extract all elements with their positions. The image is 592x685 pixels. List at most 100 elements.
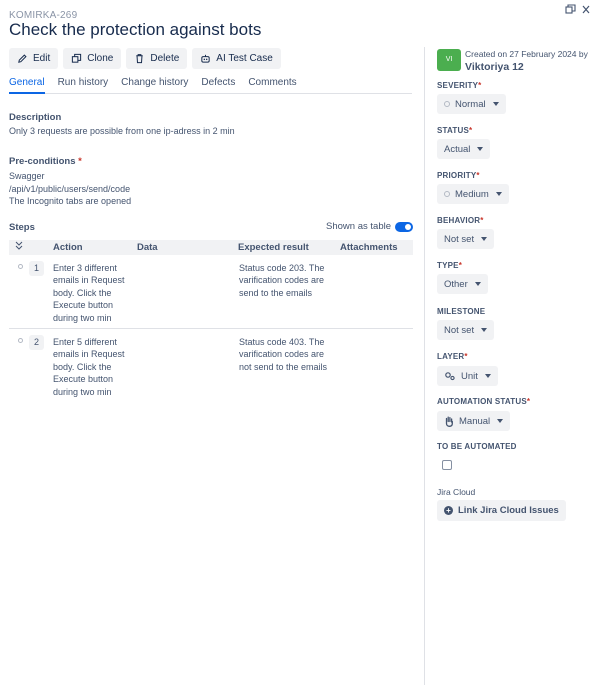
milestone-select[interactable]: Not set [437,320,495,340]
drag-handle-icon[interactable] [18,338,23,343]
panel-divider [424,47,425,685]
layer-select[interactable]: Unit [437,366,498,386]
layer-label-text: LAYER [437,352,465,361]
clone-label: Clone [87,53,114,64]
author-name: Viktoriya 12 [465,61,524,73]
required-mark: * [464,352,468,361]
tab-comments[interactable]: Comments [248,77,296,94]
to-be-automated-checkbox[interactable] [442,460,452,470]
tab-change-history[interactable]: Change history [121,77,188,94]
step-action: Enter 5 different emails in Request body… [53,337,125,397]
behavior-label: BEHAVIOR* [437,216,484,225]
status-label: STATUS* [437,126,472,135]
precondition-line: Swagger [9,171,45,181]
edit-button[interactable]: Edit [9,48,59,69]
edit-label: Edit [33,53,51,64]
milestone-label: MILESTONE [437,307,485,316]
ai-test-case-button[interactable]: AI Test Case [192,48,281,69]
type-label-text: TYPE [437,261,459,270]
milestone-label-text: MILESTONE [437,307,486,316]
severity-select[interactable]: Normal [437,94,506,114]
tab-run-history[interactable]: Run history [58,77,109,94]
behavior-select[interactable]: Not set [437,229,495,249]
column-expected-result: Expected result [238,242,309,253]
description-label: Description [9,112,62,123]
robot-icon [201,54,210,63]
steps-label: Steps [9,222,35,233]
status-label-text: STATUS [437,126,470,135]
row-divider [9,328,413,329]
close-icon[interactable] [580,4,592,18]
step-action: Enter 3 different emails in Request body… [53,263,125,323]
toggle-switch[interactable] [395,221,413,232]
status-value: Actual [444,143,471,155]
automation-status-label: AUTOMATION STATUS* [437,397,530,406]
delete-label: Delete [150,53,180,64]
gears-icon [445,372,455,381]
chevron-down-icon [481,237,488,241]
tab-general[interactable]: General [9,77,45,94]
type-select[interactable]: Other [437,274,488,294]
clone-icon [72,53,82,63]
restore-window-icon[interactable] [564,4,576,18]
step-expected-result: Status code 203. The varification codes … [239,263,325,298]
priority-label-text: PRIORITY [437,171,477,180]
jira-cloud-label: Jira Cloud [437,487,476,497]
hand-icon [445,416,453,427]
chevron-down-icon [497,419,504,423]
avatar: VI [437,49,461,71]
page-title: Check the protection against bots [9,20,262,39]
required-mark: * [458,261,463,270]
type-label: TYPE* [437,261,462,270]
priority-select[interactable]: Medium [437,184,509,204]
behavior-value: Not set [444,233,475,245]
status-select[interactable]: Actual [437,139,491,159]
drag-handle-icon[interactable] [18,264,23,269]
description-text: Only 3 requests are possible from one ip… [9,126,235,136]
required-mark: * [526,397,531,406]
top-bar: KOMIRKA-269 [9,4,592,21]
priority-circle-icon [444,191,450,197]
preconditions-label: Pre-conditions * [9,156,82,167]
chevron-down-icon [481,328,488,332]
shown-as-table-toggle[interactable]: Shown as table [326,221,413,232]
clone-button[interactable]: Clone [63,48,122,69]
automation-status-label-text: AUTOMATION STATUS [437,397,527,406]
chevron-down-icon [474,282,481,286]
trash-icon [136,54,144,64]
window-actions [564,4,592,18]
tab-defects[interactable]: Defects [201,77,235,94]
automation-status-select[interactable]: Manual [437,411,511,431]
precondition-line: /api/v1/public/users/send/code [9,183,131,194]
behavior-label-text: BEHAVIOR [437,216,481,225]
chevron-down-icon [495,192,502,196]
required-mark: * [478,81,482,90]
priority-label: PRIORITY* [437,171,480,180]
required-mark: * [480,216,484,225]
layer-label: LAYER* [437,352,468,361]
severity-value: Normal [455,98,486,110]
link-jira-label: Link Jira Cloud Issues [458,505,559,516]
plus-circle-icon: + [444,506,453,515]
milestone-value: Not set [444,324,475,336]
chevron-down-icon [484,374,491,378]
step-number: 2 [29,335,44,350]
severity-label-text: SEVERITY [437,81,479,90]
chevron-down-icon [477,147,484,151]
collapse-all-icon[interactable] [15,241,23,253]
link-jira-cloud-issues-button[interactable]: + Link Jira Cloud Issues [437,500,566,521]
tab-bar: General Run history Change history Defec… [9,77,412,94]
ai-test-case-label: AI Test Case [216,53,273,64]
shown-as-table-label: Shown as table [326,221,391,232]
created-text: Created on 27 February 2024 by [465,49,588,59]
column-data: Data [137,242,158,253]
steps-table-header: Action Data Expected result Attachments [9,240,413,255]
table-row[interactable]: 1 Enter 3 different emails in Request bo… [9,261,413,325]
step-number: 1 [29,261,44,276]
delete-button[interactable]: Delete [126,48,188,69]
steps-header: Steps Shown as table [9,221,413,235]
table-row[interactable]: 2 Enter 5 different emails in Request bo… [9,335,413,399]
required-mark: * [78,156,82,167]
preconditions-label-text: Pre-conditions [9,156,76,167]
chevron-down-icon [492,102,499,106]
